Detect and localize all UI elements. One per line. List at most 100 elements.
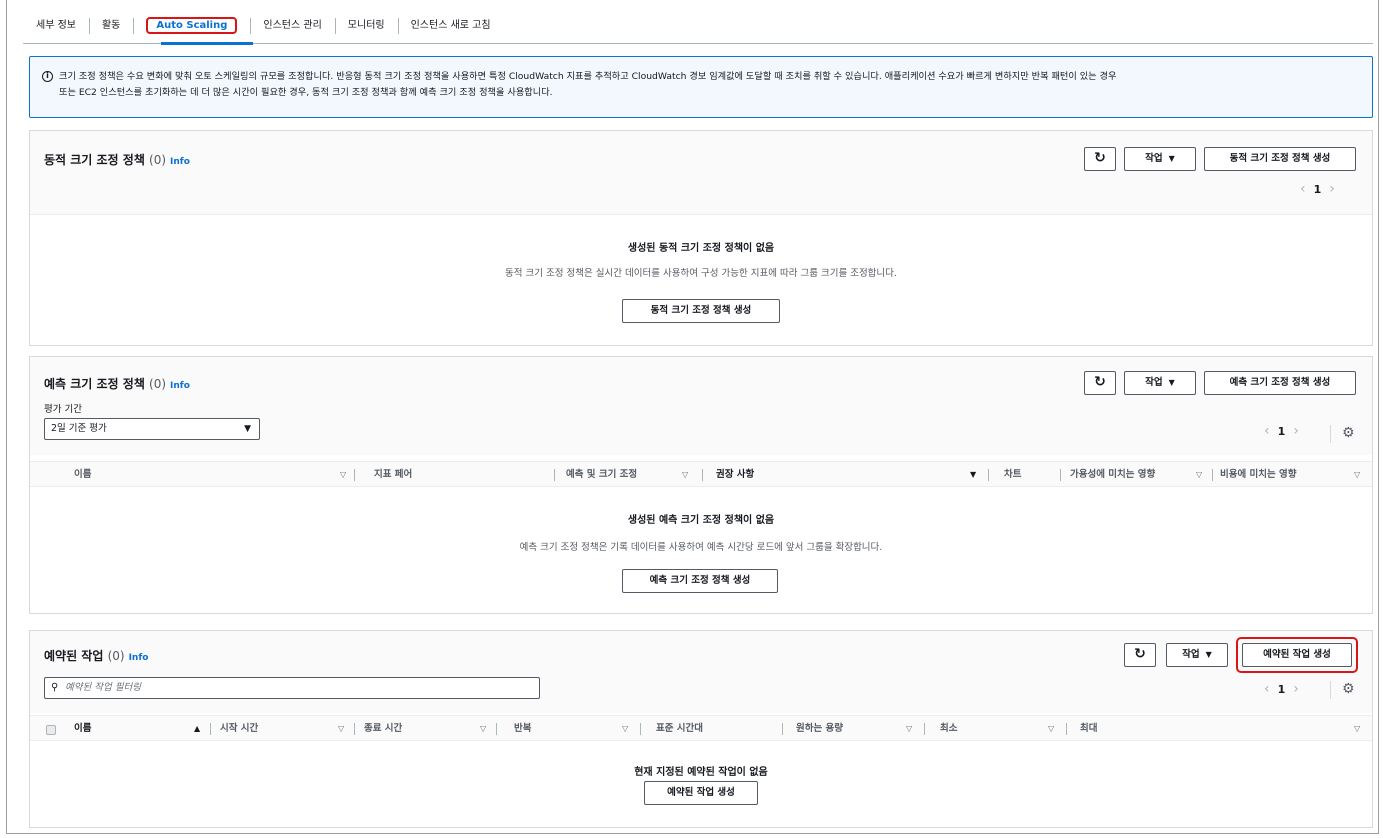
divider <box>496 723 497 735</box>
scheduled-actions-title: 예약된 작업 (0) Info <box>44 649 149 663</box>
sort-icon[interactable]: ▽ <box>338 716 344 742</box>
divider <box>210 723 211 735</box>
gear-icon[interactable]: ⚙ <box>1342 425 1355 441</box>
column-desired-capacity[interactable]: 원하는 용량 <box>796 716 843 742</box>
sort-icon[interactable]: ▽ <box>1196 462 1202 488</box>
divider <box>924 723 925 735</box>
refresh-icon: ↻ <box>1134 646 1146 662</box>
predictive-info-link[interactable]: Info <box>170 381 190 391</box>
sort-icon[interactable]: ▽ <box>1048 716 1054 742</box>
column-name[interactable]: 이름 <box>74 716 91 742</box>
dynamic-actions-button[interactable]: 작업 ▼ <box>1124 147 1196 171</box>
sort-icon[interactable]: ▽ <box>1354 462 1360 488</box>
next-page-icon[interactable]: › <box>1293 681 1299 697</box>
tab-auto-scaling[interactable]: Auto Scaling <box>133 16 250 36</box>
sort-icon[interactable]: ▽ <box>340 462 346 488</box>
sort-icon[interactable]: ▽ <box>906 716 912 742</box>
search-icon: ⚲ <box>51 682 59 693</box>
scheduled-filter-input[interactable]: ⚲ 예약된 작업 필터링 <box>44 677 540 699</box>
prev-page-icon[interactable]: ‹ <box>1264 681 1270 697</box>
dynamic-pagination: ‹ 1 › <box>1300 181 1335 197</box>
active-tab-indicator <box>161 42 253 45</box>
divider <box>782 723 783 735</box>
alert-line-1: 크기 조정 정책은 수요 변화에 맞춰 오토 스케일링의 규모를 조정합니다. … <box>59 71 1117 82</box>
sort-icon[interactable]: ▽ <box>622 716 628 742</box>
column-min[interactable]: 최소 <box>940 716 957 742</box>
scheduled-actions-panel: 예약된 작업 (0) Info ↻ 작업 ▼ 예약된 작업 생성 ⚲ 예약된 작업 필… <box>29 630 1373 828</box>
divider <box>1212 469 1213 481</box>
tab-details[interactable]: 세부 정보 <box>23 16 89 36</box>
refresh-icon: ↻ <box>1094 150 1106 166</box>
divider <box>988 469 989 481</box>
alert-line-2: 또는 EC2 인스턴스를 초기화하는 데 더 많은 시간이 필요한 경우, 동적… <box>59 87 553 98</box>
column-name[interactable]: 이름 <box>74 462 91 488</box>
tab-activity[interactable]: 활동 <box>88 16 133 36</box>
column-end-time[interactable]: 종료 시간 <box>364 716 402 742</box>
dynamic-scaling-panel: 동적 크기 조정 정책 (0) Info ↻ 작업 ▼ 동적 크기 조정 정책 생성… <box>29 130 1373 346</box>
next-page-icon[interactable]: › <box>1329 181 1335 197</box>
prev-page-icon[interactable]: ‹ <box>1264 423 1270 439</box>
page-number[interactable]: 1 <box>1314 183 1322 196</box>
tab-instance-refresh[interactable]: 인스턴스 새로 고침 <box>397 16 504 36</box>
sort-icon[interactable]: ▽ <box>1354 716 1360 742</box>
predictive-refresh-button[interactable]: ↻ <box>1084 371 1116 395</box>
predictive-create-button[interactable]: 예측 크기 조정 정책 생성 <box>1204 371 1356 395</box>
caret-down-icon: ▼ <box>244 424 251 434</box>
column-availability-impact[interactable]: 가용성에 미치는 영향 <box>1070 462 1155 488</box>
tab-instance-management[interactable]: 인스턴스 관리 <box>250 16 334 36</box>
predictive-empty-title: 생성된 예측 크기 조정 정책이 없음 <box>627 515 775 526</box>
divider <box>1060 469 1061 481</box>
column-time-zone[interactable]: 표준 시간대 <box>656 716 703 742</box>
prev-page-icon[interactable]: ‹ <box>1300 181 1306 197</box>
dynamic-refresh-button[interactable]: ↻ <box>1084 147 1116 171</box>
tab-bar: 세부 정보 활동 Auto Scaling 인스턴스 관리 모니터링 인스턴스 … <box>23 8 1373 44</box>
divider <box>640 723 641 735</box>
dynamic-empty-description: 동적 크기 조정 정책은 실시간 데이터를 사용하여 구성 가능한 지표에 따라… <box>505 268 897 279</box>
column-recommendation[interactable]: 권장 사항 <box>716 462 754 488</box>
scheduled-refresh-button[interactable]: ↻ <box>1124 643 1156 667</box>
scheduled-info-link[interactable]: Info <box>129 653 149 663</box>
page-number[interactable]: 1 <box>1278 683 1286 696</box>
next-page-icon[interactable]: › <box>1293 423 1299 439</box>
page-number[interactable]: 1 <box>1278 425 1286 438</box>
divider <box>354 469 355 481</box>
sort-icon[interactable]: ▽ <box>682 462 688 488</box>
refresh-icon: ↻ <box>1094 374 1106 390</box>
column-start-time[interactable]: 시작 시간 <box>220 716 258 742</box>
predictive-actions-button[interactable]: 작업 ▼ <box>1124 371 1196 395</box>
caret-down-icon: ▼ <box>1205 650 1212 659</box>
predictive-scaling-title: 예측 크기 조정 정책 (0) Info <box>44 377 190 391</box>
predictive-scaling-header: 예측 크기 조정 정책 (0) Info ↻ 작업 ▼ 예측 크기 조정 정책 생성… <box>30 357 1372 455</box>
dynamic-create-button[interactable]: 동적 크기 조정 정책 생성 <box>1204 147 1356 171</box>
scheduled-actions-button[interactable]: 작업 ▼ <box>1166 643 1228 667</box>
column-recurrence[interactable]: 반복 <box>514 716 531 742</box>
sort-icon[interactable]: ▼ <box>970 462 976 488</box>
column-max[interactable]: 최대 <box>1080 716 1097 742</box>
predictive-pagination: ‹ 1 › <box>1264 423 1299 439</box>
tab-monitoring[interactable]: 모니터링 <box>334 16 398 36</box>
predictive-empty-create-button[interactable]: 예측 크기 조정 정책 생성 <box>622 569 778 593</box>
column-forecast-and-scale[interactable]: 예측 및 크기 조정 <box>566 462 637 488</box>
auto-scaling-page: 세부 정보 활동 Auto Scaling 인스턴스 관리 모니터링 인스턴스 … <box>6 0 1379 834</box>
sort-ascending-icon[interactable]: ▲ <box>194 716 200 742</box>
select-all-checkbox[interactable] <box>46 725 56 735</box>
scheduled-empty-create-button[interactable]: 예약된 작업 생성 <box>644 781 758 805</box>
divider <box>554 469 555 481</box>
divider <box>1330 681 1331 699</box>
column-cost-impact[interactable]: 비용에 미치는 영향 <box>1220 462 1297 488</box>
evaluation-period-select[interactable]: 2일 기준 평가 ▼ <box>44 418 260 440</box>
divider <box>1330 425 1331 443</box>
divider <box>702 469 703 481</box>
column-chart[interactable]: 차트 <box>1004 462 1021 488</box>
predictive-scaling-panel: 예측 크기 조정 정책 (0) Info ↻ 작업 ▼ 예측 크기 조정 정책 생성… <box>29 356 1373 614</box>
column-metric-pair[interactable]: 지표 페어 <box>374 462 412 488</box>
dynamic-scaling-title: 동적 크기 조정 정책 (0) Info <box>44 153 190 167</box>
gear-icon[interactable]: ⚙ <box>1342 681 1355 697</box>
info-icon: i <box>42 71 53 82</box>
dynamic-empty-title: 생성된 동적 크기 조정 정책이 없음 <box>627 243 775 254</box>
dynamic-info-link[interactable]: Info <box>170 157 190 167</box>
dynamic-empty-create-button[interactable]: 동적 크기 조정 정책 생성 <box>622 299 780 323</box>
predictive-table-header: 이름 ▽ 지표 페어 예측 및 크기 조정 ▽ 권장 사항 ▼ 차트 가용성에 … <box>30 461 1372 487</box>
sort-icon[interactable]: ▽ <box>480 716 486 742</box>
caret-down-icon: ▼ <box>1168 154 1175 163</box>
